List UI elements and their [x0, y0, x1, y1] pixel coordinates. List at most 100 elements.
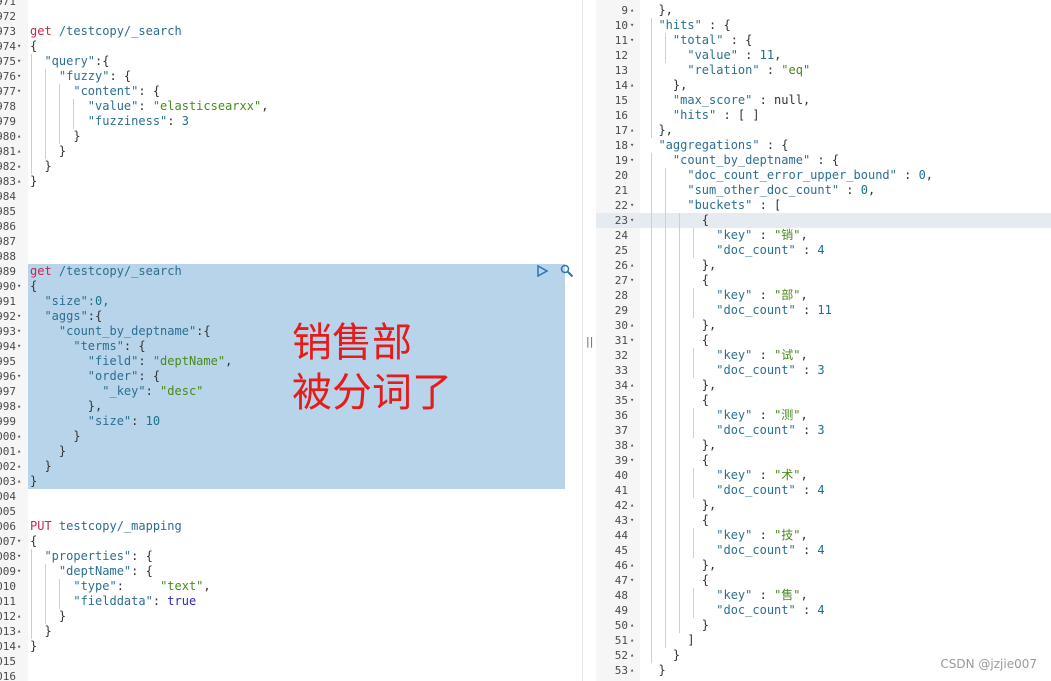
code-line[interactable]: 995 "field": "deptName",	[0, 354, 582, 369]
code-line[interactable]: 15 "max_score" : null,	[596, 93, 1051, 108]
fold-expand-icon[interactable]: ▴	[630, 618, 634, 633]
pane-splitter[interactable]: ||	[582, 0, 597, 681]
code-line[interactable]: 999 "size": 10	[0, 414, 582, 429]
fold-expand-icon[interactable]: ▴	[17, 129, 21, 144]
code-line[interactable]: 975▾ "query":{	[0, 54, 582, 69]
code-line[interactable]: 976▾ "fuzzy": {	[0, 69, 582, 84]
fold-expand-icon[interactable]: ▴	[17, 444, 21, 459]
code-line[interactable]: 1005	[0, 504, 582, 519]
fold-collapse-icon[interactable]: ▾	[17, 39, 21, 54]
code-line[interactable]: 14 ▴ },	[596, 78, 1051, 93]
code-line[interactable]: 1000▴ }	[0, 429, 582, 444]
code-line[interactable]: 971	[0, 0, 582, 9]
fold-collapse-icon[interactable]: ▾	[17, 339, 21, 354]
fold-expand-icon[interactable]: ▴	[17, 459, 21, 474]
fold-expand-icon[interactable]: ▴	[17, 429, 21, 444]
code-line[interactable]: 9 ▴ },	[596, 3, 1051, 18]
fold-expand-icon[interactable]: ▴	[17, 624, 21, 639]
fold-collapse-icon[interactable]: ▾	[630, 198, 634, 213]
fold-expand-icon[interactable]: ▴	[630, 558, 634, 573]
code-line[interactable]: 988	[0, 249, 582, 264]
fold-expand-icon[interactable]: ▴	[17, 609, 21, 624]
code-line[interactable]: 974▾ {	[0, 39, 582, 54]
code-line[interactable]: 996▾ "order": {	[0, 369, 582, 384]
fold-expand-icon[interactable]: ▴	[630, 258, 634, 273]
wrench-icon[interactable]	[560, 264, 574, 278]
fold-collapse-icon[interactable]: ▾	[630, 333, 634, 348]
code-line[interactable]: 13 "relation" : "eq"	[596, 63, 1051, 78]
code-line[interactable]: 1015	[0, 654, 582, 669]
fold-expand-icon[interactable]: ▴	[17, 174, 21, 189]
code-line[interactable]: 980▴ }	[0, 129, 582, 144]
code-line[interactable]: 16 "hits" : [ ]	[596, 108, 1051, 123]
code-line[interactable]: 1011 "fielddata": true	[0, 594, 582, 609]
fold-expand-icon[interactable]: ▴	[17, 159, 21, 174]
fold-collapse-icon[interactable]: ▾	[630, 153, 634, 168]
splitter-grip-icon[interactable]: ||	[586, 335, 593, 348]
fold-expand-icon[interactable]: ▴	[630, 378, 634, 393]
fold-expand-icon[interactable]: ▴	[17, 144, 21, 159]
fold-expand-icon[interactable]: ▴	[17, 639, 21, 654]
code-line[interactable]: 1006 PUT testcopy/_mapping	[0, 519, 582, 534]
code-line[interactable]: 982▴ }	[0, 159, 582, 174]
code-line[interactable]: 978 "value": "elasticsearxx",	[0, 99, 582, 114]
fold-collapse-icon[interactable]: ▾	[630, 393, 634, 408]
code-line[interactable]: 987	[0, 234, 582, 249]
fold-collapse-icon[interactable]: ▾	[17, 549, 21, 564]
code-line[interactable]: 1007▾ {	[0, 534, 582, 549]
fold-collapse-icon[interactable]: ▾	[630, 273, 634, 288]
code-line[interactable]: 986	[0, 219, 582, 234]
fold-collapse-icon[interactable]: ▾	[17, 369, 21, 384]
code-line[interactable]: 991 "size":0,	[0, 294, 582, 309]
fold-expand-icon[interactable]: ▴	[630, 648, 634, 663]
code-line[interactable]: 1013▴ }	[0, 624, 582, 639]
code-line[interactable]: 1001▴ }	[0, 444, 582, 459]
fold-expand-icon[interactable]: ▴	[630, 633, 634, 648]
fold-collapse-icon[interactable]: ▾	[630, 33, 634, 48]
code-line[interactable]: 992▾ "aggs":{	[0, 309, 582, 324]
fold-expand-icon[interactable]: ▴	[17, 474, 21, 489]
fold-collapse-icon[interactable]: ▾	[17, 309, 21, 324]
code-line[interactable]: 1016	[0, 669, 582, 681]
code-line[interactable]: 1008▾ "properties": {	[0, 549, 582, 564]
code-line[interactable]: 10 ▾ "hits" : {	[596, 18, 1051, 33]
code-line[interactable]: 1004	[0, 489, 582, 504]
code-line[interactable]: 994▾ "terms": {	[0, 339, 582, 354]
fold-expand-icon[interactable]: ▴	[630, 498, 634, 513]
fold-expand-icon[interactable]: ▴	[630, 318, 634, 333]
fold-expand-icon[interactable]: ▴	[17, 399, 21, 414]
code-line[interactable]: 981▴ }	[0, 144, 582, 159]
code-line[interactable]: 989 get /testcopy/_search	[0, 264, 582, 279]
code-line[interactable]: 1009▾ "deptName": {	[0, 564, 582, 579]
code-line[interactable]: 973 get /testcopy/_search	[0, 24, 582, 39]
code-line[interactable]: 972	[0, 9, 582, 24]
code-line[interactable]: 998▴ },	[0, 399, 582, 414]
fold-collapse-icon[interactable]: ▾	[17, 279, 21, 294]
fold-collapse-icon[interactable]: ▾	[630, 453, 634, 468]
code-line[interactable]: 979 "fuzziness": 3	[0, 114, 582, 129]
fold-expand-icon[interactable]: ▴	[630, 438, 634, 453]
code-line[interactable]: 18 ▾ "aggregations" : {	[596, 138, 1051, 153]
code-line[interactable]: 985	[0, 204, 582, 219]
fold-collapse-icon[interactable]: ▾	[630, 213, 634, 228]
fold-collapse-icon[interactable]: ▾	[630, 513, 634, 528]
request-editor-pane[interactable]: 971972973get /testcopy/_search974▾{975▾ …	[0, 0, 582, 681]
fold-collapse-icon[interactable]: ▾	[17, 324, 21, 339]
fold-expand-icon[interactable]: ▴	[630, 3, 634, 18]
fold-collapse-icon[interactable]: ▾	[17, 564, 21, 579]
code-line[interactable]: 990▾ {	[0, 279, 582, 294]
code-line[interactable]: 1003▴}	[0, 474, 582, 489]
fold-collapse-icon[interactable]: ▾	[630, 18, 634, 33]
fold-collapse-icon[interactable]: ▾	[17, 69, 21, 84]
fold-collapse-icon[interactable]: ▾	[17, 534, 21, 549]
fold-expand-icon[interactable]: ▴	[630, 663, 634, 678]
code-line[interactable]: 984	[0, 189, 582, 204]
play-icon[interactable]	[535, 264, 549, 278]
fold-expand-icon[interactable]: ▴	[630, 123, 634, 138]
fold-expand-icon[interactable]: ▴	[630, 78, 634, 93]
code-line[interactable]: 977▾ "content": {	[0, 84, 582, 99]
code-line[interactable]: 17 ▴ },	[596, 123, 1051, 138]
fold-collapse-icon[interactable]: ▾	[630, 573, 634, 588]
code-line[interactable]: 1012▴ }	[0, 609, 582, 624]
code-line[interactable]: 983▴}	[0, 174, 582, 189]
